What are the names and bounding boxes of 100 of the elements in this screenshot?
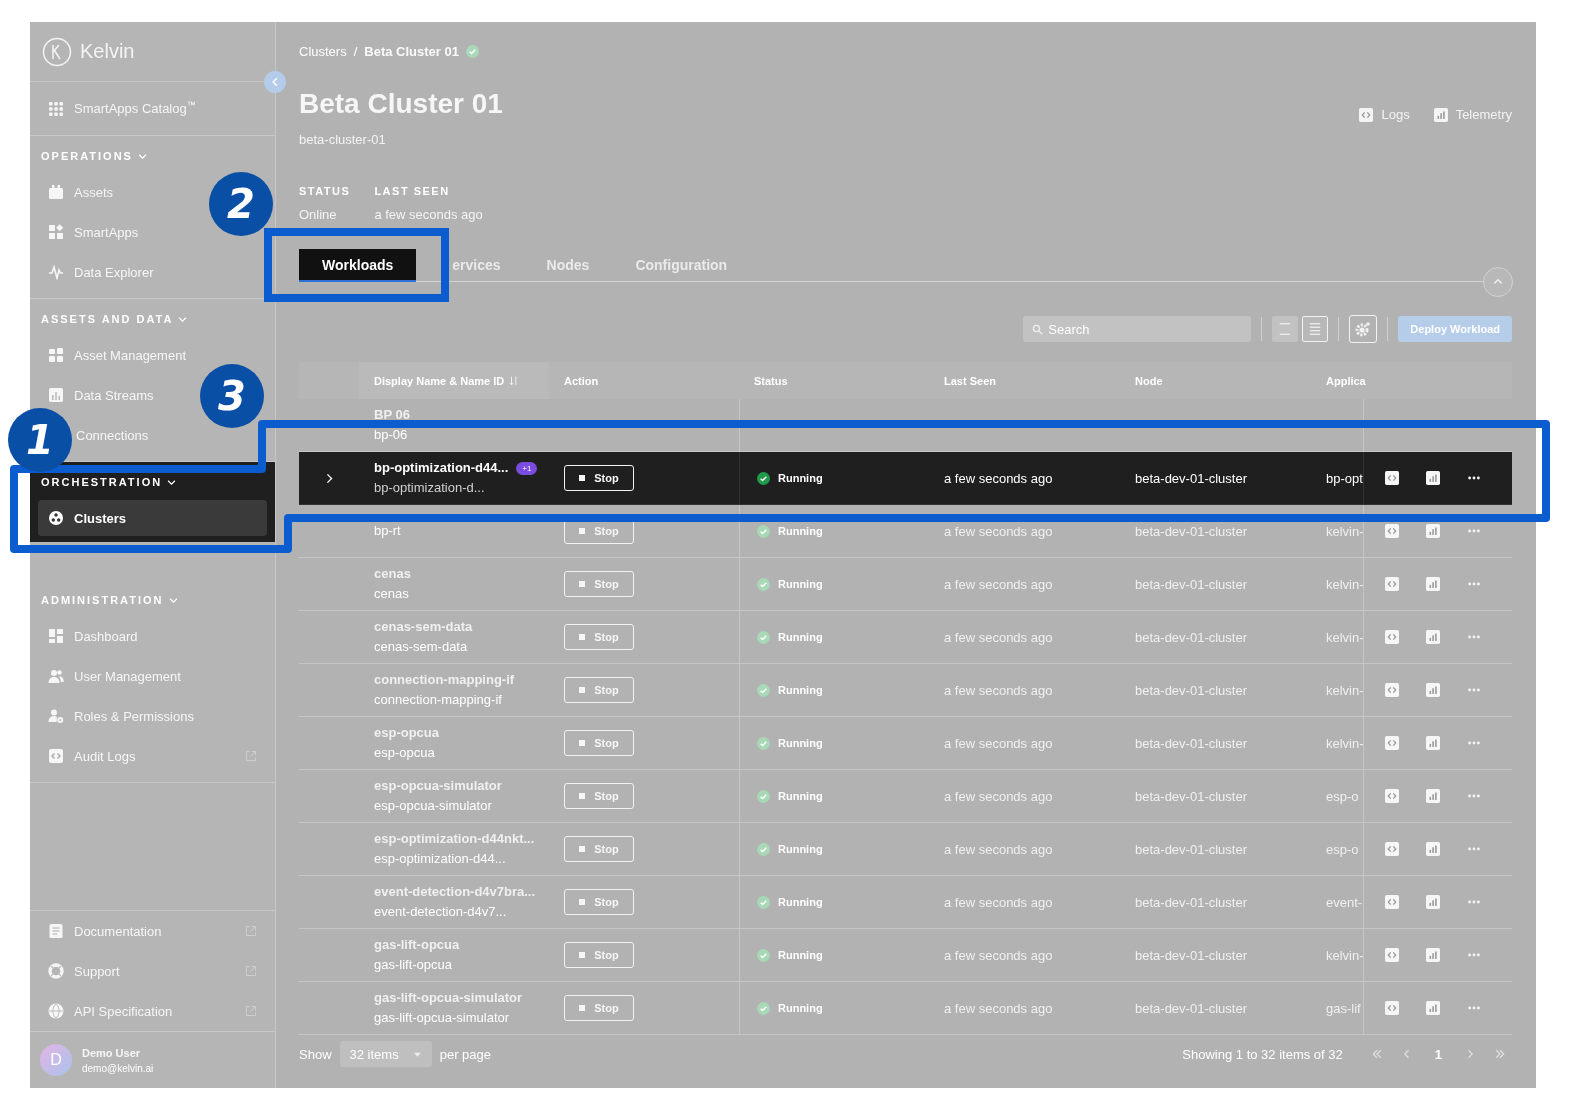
check-circle-icon	[757, 842, 770, 856]
tab[interactable]: Workloads	[299, 249, 417, 282]
logs-button[interactable]	[1385, 789, 1399, 803]
density-toggle-button[interactable]	[1272, 316, 1299, 342]
header-action-button[interactable]: Telemetry	[1433, 107, 1512, 122]
stop-button[interactable]: Stop	[564, 677, 634, 703]
sidebar-item[interactable]: Clusters	[38, 500, 267, 536]
briefcase-icon	[48, 184, 64, 200]
telemetry-button[interactable]	[1426, 948, 1440, 962]
chart-icon	[1426, 789, 1440, 803]
telemetry-button[interactable]	[1426, 736, 1440, 750]
status-text: Running	[778, 631, 823, 643]
stop-button[interactable]: Stop	[564, 836, 634, 862]
logs-button[interactable]	[1385, 842, 1399, 856]
workload-name: gas-lift-opcua	[374, 937, 460, 953]
pagination-summary: Showing 1 to 32 items of 32	[1182, 1046, 1343, 1062]
telemetry-button[interactable]	[1426, 842, 1440, 856]
status-text: Running	[778, 1002, 823, 1014]
logs-button[interactable]	[1385, 736, 1399, 750]
sidebar-link[interactable]: API Specification	[48, 1003, 173, 1019]
document-icon	[48, 923, 64, 939]
globe-icon	[48, 1003, 64, 1019]
logs-button[interactable]	[1385, 471, 1399, 485]
logs-button[interactable]	[1385, 524, 1399, 538]
section-header[interactable]: ADMINISTRATION	[41, 593, 178, 607]
telemetry-button[interactable]	[1426, 577, 1440, 591]
tab[interactable]: Nodes	[523, 249, 613, 282]
workload-name: event-detection-d4v7bra...	[374, 884, 536, 900]
last-page-button[interactable]	[1494, 1048, 1506, 1060]
check-circle-icon	[757, 736, 770, 750]
workload-id: esp-optimization-d44...	[374, 851, 506, 867]
stop-button[interactable]: Stop	[564, 942, 634, 968]
page-size-select[interactable]: 32 items	[339, 1041, 432, 1067]
logs-button[interactable]	[1385, 683, 1399, 697]
workload-name: bp-optimization-d44...	[374, 460, 509, 476]
application-cell: kelvin-	[1326, 576, 1364, 592]
telemetry-button[interactable]	[1426, 471, 1440, 485]
first-page-button[interactable]	[1370, 1048, 1383, 1060]
logs-button[interactable]	[1385, 1001, 1399, 1015]
check-circle-icon	[757, 895, 770, 909]
status-text: Running	[778, 896, 823, 908]
section-header[interactable]: ORCHESTRATION	[41, 475, 177, 489]
stop-button[interactable]: Stop	[564, 730, 634, 756]
telemetry-button[interactable]	[1426, 1001, 1440, 1015]
sidebar-item[interactable]: Audit Logs	[48, 748, 136, 764]
stop-button[interactable]: Stop	[564, 465, 634, 491]
section-header[interactable]: ASSETS AND DATA	[41, 312, 188, 326]
last-seen-cell: a few seconds ago	[944, 523, 1053, 539]
settings-button[interactable]	[1349, 315, 1378, 343]
chart-icon	[1426, 1001, 1440, 1015]
collapse-sidebar-button[interactable]	[264, 71, 286, 93]
telemetry-button[interactable]	[1426, 630, 1440, 644]
telemetry-button[interactable]	[1426, 524, 1440, 538]
last-seen-cell: a few seconds ago	[944, 682, 1053, 698]
telemetry-button[interactable]	[1426, 895, 1440, 909]
collapse-button[interactable]	[1483, 267, 1513, 297]
sidebar-item[interactable]: User Management	[48, 668, 181, 684]
tab[interactable]: ervices	[416, 249, 524, 282]
tab[interactable]: Configuration	[612, 249, 751, 282]
check-circle-icon	[757, 471, 770, 485]
stop-button[interactable]: Stop	[564, 783, 634, 809]
workload-id: bp-06	[374, 427, 408, 443]
status-text: Running	[778, 684, 823, 696]
logs-button[interactable]	[1385, 630, 1399, 644]
node-cell: beta-dev-01-cluster	[1135, 894, 1247, 910]
last-seen-cell: a few seconds ago	[944, 576, 1053, 592]
sidebar-item[interactable]: Roles & Permissions	[48, 708, 194, 724]
search-field[interactable]: Search	[1023, 316, 1252, 342]
stop-button[interactable]: Stop	[564, 571, 634, 597]
sidebar-link[interactable]: Documentation	[48, 923, 162, 939]
telemetry-button[interactable]	[1426, 683, 1440, 697]
application-cell: gas-lif	[1326, 1000, 1361, 1016]
first-page-icon	[1370, 1048, 1383, 1060]
stop-button[interactable]: Stop	[564, 995, 634, 1021]
logs-button[interactable]	[1385, 895, 1399, 909]
stop-button[interactable]: Stop	[564, 889, 634, 915]
page-number-button[interactable]: 1	[1430, 1046, 1446, 1062]
header-action-button[interactable]: Logs	[1359, 107, 1410, 122]
last-seen-cell: a few seconds ago	[944, 735, 1053, 751]
deploy-workload-button[interactable]: Deploy Workload	[1398, 316, 1512, 342]
telemetry-button[interactable]	[1426, 789, 1440, 803]
column-header: Node	[1135, 374, 1163, 387]
sidebar-item[interactable]: Data Streams	[48, 387, 154, 403]
sidebar-item[interactable]: Dashboard	[48, 628, 138, 644]
workload-id: esp-opcua	[374, 745, 435, 761]
logs-button[interactable]	[1385, 948, 1399, 962]
sidebar-item[interactable]: Data Explorer	[48, 264, 154, 280]
section-header[interactable]: OPERATIONS	[41, 149, 147, 163]
chart-icon	[1426, 842, 1440, 856]
sidebar-link[interactable]: Support	[48, 963, 120, 979]
last-page-icon	[1494, 1048, 1506, 1060]
sidebar-item[interactable]: SmartApps	[48, 224, 139, 240]
sidebar-item[interactable]: Assets	[48, 184, 113, 200]
density-toggle-button[interactable]	[1302, 316, 1329, 342]
stop-button[interactable]: Stop	[564, 624, 634, 650]
breadcrumb-link[interactable]: Clusters	[299, 43, 347, 59]
sidebar-item[interactable]: Connections	[76, 427, 149, 443]
logs-button[interactable]	[1385, 577, 1399, 591]
chart-icon	[1426, 736, 1440, 750]
sidebar-item[interactable]: Asset Management	[48, 347, 186, 363]
